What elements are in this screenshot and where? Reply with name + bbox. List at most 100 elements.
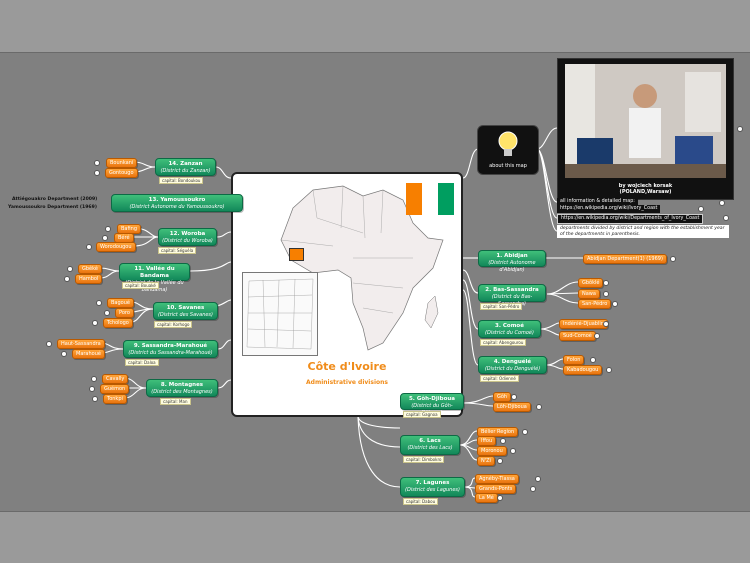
district-node-bas-sassandra[interactable]: 2. Bas-Sassandra(District du Bas-Sassand… — [478, 284, 546, 307]
expand-dot[interactable] — [698, 206, 704, 212]
expand-dot[interactable] — [104, 310, 110, 316]
region-node[interactable]: Folon — [563, 355, 585, 365]
wikipedia-link-2[interactable]: https://en.wikipedia.org/wiki/Department… — [557, 214, 704, 224]
expand-dot[interactable] — [102, 235, 108, 241]
region-node[interactable]: Gbôklé — [578, 278, 604, 288]
district-node-savanes[interactable]: 10. Savanes (District des Savanes) — [153, 302, 218, 320]
expand-dot[interactable] — [737, 126, 743, 132]
region-node[interactable]: Bagoué — [107, 298, 134, 308]
author-photo-node[interactable]: by wojciech korsak (POLAND,Warsaw) — [557, 58, 734, 200]
expand-dot[interactable] — [510, 448, 516, 454]
district-number-label: 3. Comoé — [495, 323, 524, 329]
region-node[interactable]: Poro — [115, 308, 134, 318]
district-subtitle: (District Autonome d'Abidjan) — [488, 260, 536, 273]
region-node[interactable]: Lôh-Djiboua — [493, 402, 531, 412]
region-node[interactable]: Bounkani — [106, 158, 138, 168]
author-location: (POLAND,Warsaw) — [619, 189, 672, 195]
expand-dot[interactable] — [91, 376, 97, 382]
district-node-abidjan[interactable]: 1. Abidjan (District Autonome d'Abidjan) — [478, 250, 546, 273]
region-node[interactable]: N'Zi — [477, 456, 495, 466]
central-topic[interactable]: Côte d'Ivoire Administrative divisions — [231, 172, 463, 417]
region-node[interactable]: Iffou — [477, 436, 497, 446]
expand-dot[interactable] — [603, 291, 609, 297]
district-subtitle: (District Autonome du Yamoussoukro) — [129, 204, 225, 210]
district-node-goh-djiboua[interactable]: 5. Gôh-Djiboua(District du Gôh-Djiboua) — [400, 393, 464, 416]
expand-dot[interactable] — [511, 394, 517, 400]
region-node[interactable]: Haut-Sassandra — [57, 339, 105, 349]
region-node[interactable]: Indénié-Djuablin — [559, 319, 608, 329]
region-node[interactable]: Worodougou — [96, 242, 136, 252]
expand-dot[interactable] — [723, 215, 729, 221]
district-subtitle: (District des Montagnes) — [151, 389, 213, 395]
region-node[interactable]: Marahoué — [72, 349, 105, 359]
capital-label: capital: Daloa — [125, 359, 159, 366]
district-node-vallee-du-bandama[interactable]: 11. Vallée du Bandama(District de la Val… — [119, 263, 190, 293]
district-number-label: 5. Gôh-Djiboua — [408, 396, 455, 402]
expand-dot[interactable] — [536, 404, 542, 410]
district-number-label: 6. Lacs — [419, 438, 441, 444]
district-node-yamoussoukro[interactable]: 13. Yamoussoukro (District Autonome du Ya… — [111, 194, 243, 212]
department-node[interactable]: Abidjan Department(1) (1969) — [583, 254, 667, 264]
region-node[interactable]: Gôh — [493, 392, 512, 402]
expand-dot[interactable] — [612, 301, 618, 307]
district-node-lacs[interactable]: 6. Lacs (District des Lacs) — [400, 435, 460, 455]
expand-dot[interactable] — [92, 396, 98, 402]
region-node[interactable]: San-Pédro — [578, 299, 612, 309]
capital-label: capital: Abengourou — [480, 339, 527, 346]
region-node[interactable]: Cavally — [102, 374, 129, 384]
expand-dot[interactable] — [590, 357, 596, 363]
expand-dot[interactable] — [594, 333, 600, 339]
expand-dot[interactable] — [500, 438, 506, 444]
expand-dot[interactable] — [105, 226, 111, 232]
region-node[interactable]: Nawa — [578, 289, 600, 299]
expand-dot[interactable] — [86, 244, 92, 250]
expand-dot[interactable] — [497, 458, 503, 464]
district-node-woroba[interactable]: 12. Woroba (District du Woroba) — [158, 228, 217, 246]
region-node[interactable]: Tchologo — [103, 318, 133, 328]
expand-dot[interactable] — [719, 200, 725, 206]
district-node-montagnes[interactable]: 8. Montagnes (District des Montagnes) — [146, 379, 218, 397]
district-subtitle: (District des Lacs) — [407, 445, 453, 451]
about-node[interactable]: about this map — [477, 125, 539, 175]
expand-dot[interactable] — [61, 351, 67, 357]
expand-dot[interactable] — [606, 367, 612, 373]
expand-dot[interactable] — [530, 486, 536, 492]
region-node[interactable]: Tonkpi — [103, 394, 127, 404]
region-node[interactable]: Sud-Comoé — [559, 331, 596, 341]
district-node-comoe[interactable]: 3. Comoé (District du Comoé) — [478, 320, 541, 338]
region-node[interactable]: Agnéby-Tiassa — [475, 474, 519, 484]
expand-dot[interactable] — [670, 256, 676, 262]
region-node[interactable]: Hambol — [75, 274, 103, 284]
expand-dot[interactable] — [92, 320, 98, 326]
district-subtitle: (District des Savanes) — [157, 312, 213, 318]
region-node[interactable]: Guémon — [100, 384, 130, 394]
district-node-zanzan[interactable]: 14. Zanzan (District du Zanzan) — [155, 158, 216, 176]
expand-dot[interactable] — [96, 300, 102, 306]
expand-dot[interactable] — [94, 170, 100, 176]
expand-dot[interactable] — [603, 321, 609, 327]
region-node[interactable]: Gbêkê — [78, 264, 102, 274]
central-title: Côte d'Ivoire — [307, 360, 387, 373]
author-caption: by wojciech korsak (POLAND,Warsaw) — [558, 183, 733, 195]
expand-dot[interactable] — [603, 280, 609, 286]
expand-dot[interactable] — [64, 276, 70, 282]
district-node-denguele[interactable]: 4. Denguélé (District du Denguélé) — [478, 356, 547, 374]
region-node[interactable]: Kabadougou — [563, 365, 603, 375]
region-node[interactable]: Gontougo — [105, 168, 138, 178]
expand-dot[interactable] — [46, 341, 52, 347]
district-number-label: 14. Zanzan — [168, 161, 203, 167]
wikipedia-link-1[interactable]: https://en.wikipedia.org/wiki/Ivory_Coas… — [557, 205, 661, 213]
capital-label: capital: San-Pédro — [480, 303, 523, 310]
expand-dot[interactable] — [522, 429, 528, 435]
region-node[interactable]: La Mé — [475, 493, 498, 503]
district-node-lagunes[interactable]: 7. Lagunes (District des Lagunes) — [400, 477, 465, 497]
expand-dot[interactable] — [94, 160, 100, 166]
district-number-label: 11. Vallée du Bandama — [134, 266, 175, 279]
expand-dot[interactable] — [89, 386, 95, 392]
district-node-sassandra-marahoue[interactable]: 9. Sassandra-Marahoué (District du Sassan… — [123, 340, 218, 358]
region-node[interactable]: Moronou — [477, 446, 507, 456]
expand-dot[interactable] — [497, 495, 503, 501]
expand-dot[interactable] — [535, 476, 541, 482]
expand-dot[interactable] — [67, 266, 73, 272]
district-number-label: 8. Montagnes — [160, 382, 204, 388]
